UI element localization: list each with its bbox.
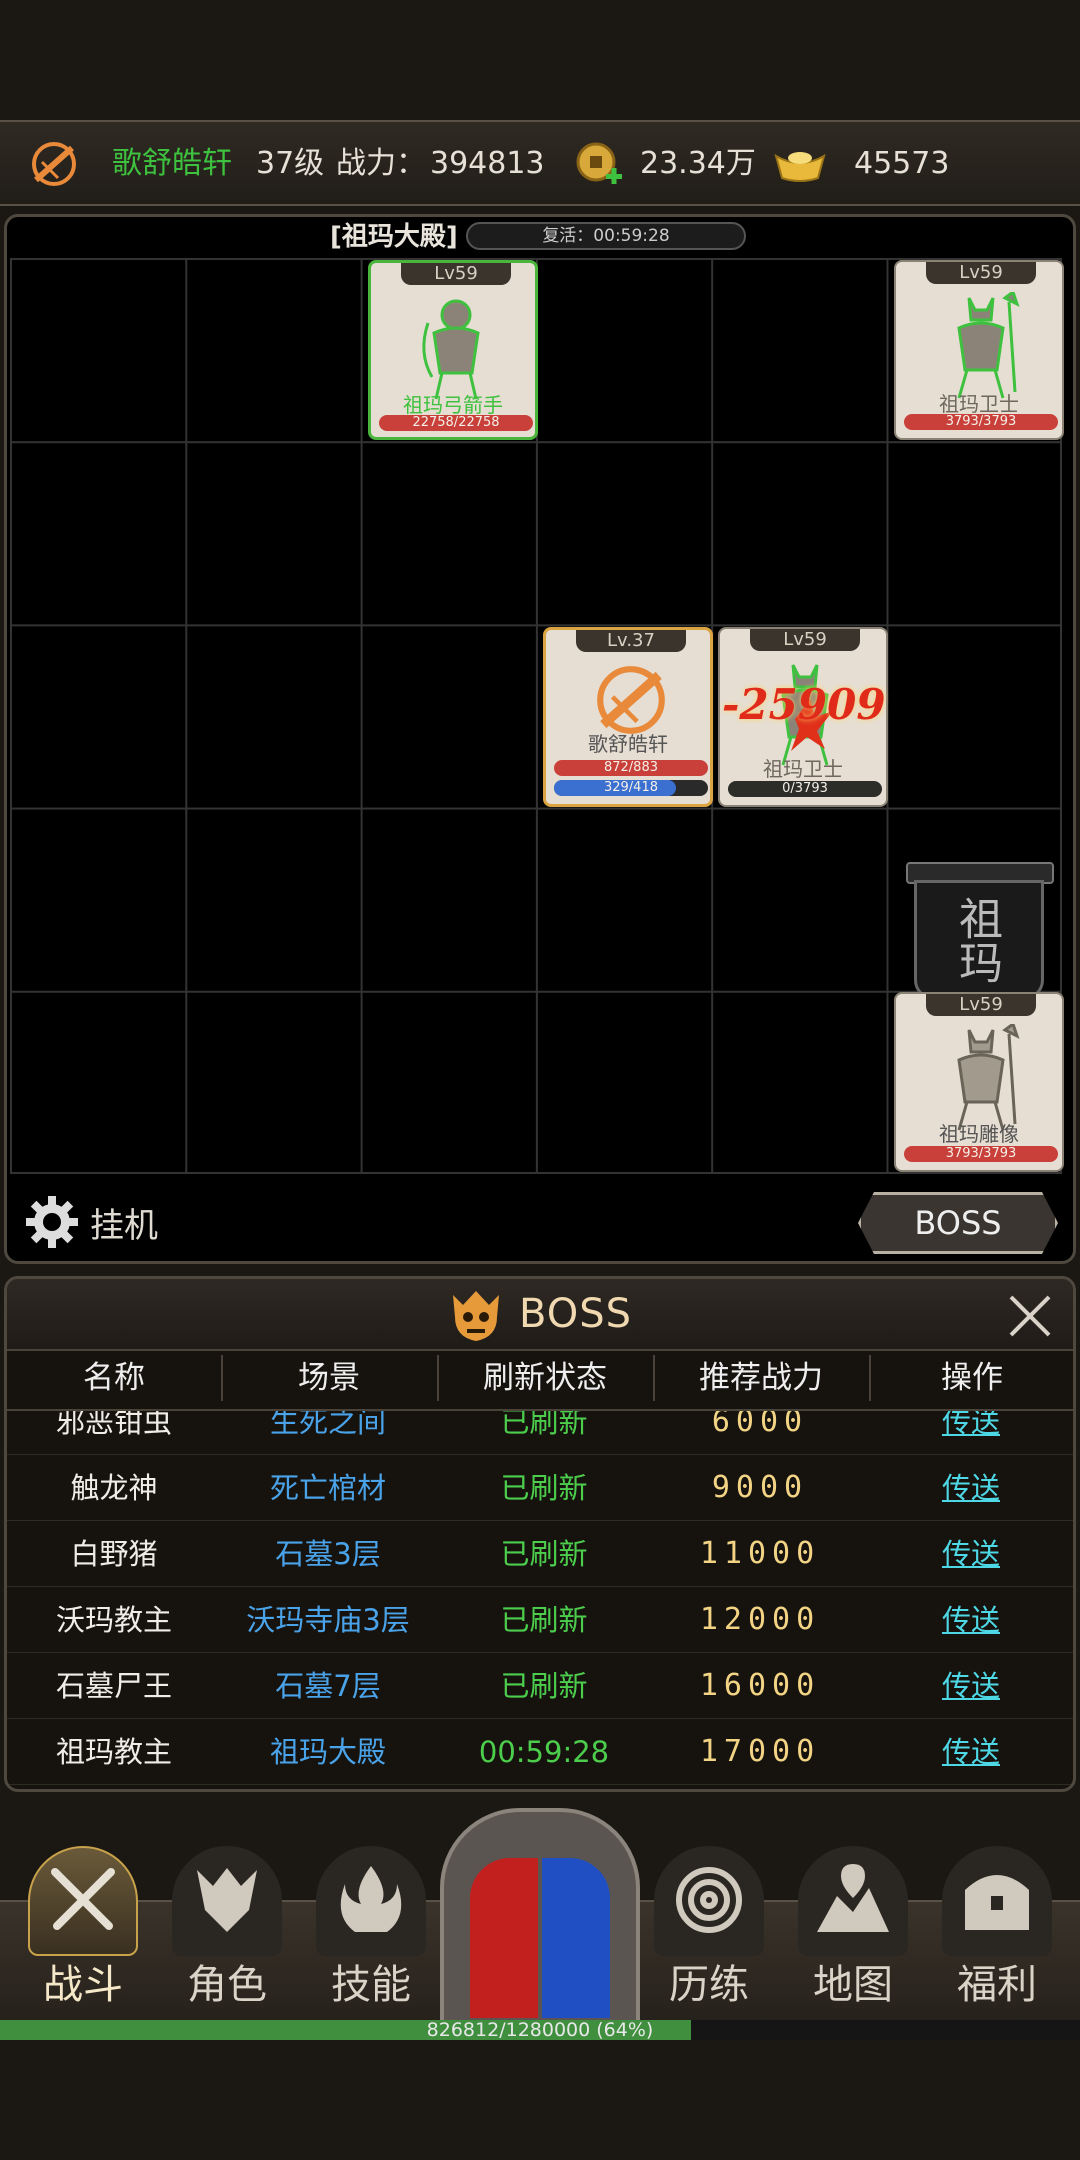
- player-hp-bar: 872/883: [554, 760, 708, 776]
- map-title: [祖玛大殿]: [330, 222, 458, 252]
- tab-skills[interactable]: 技能: [306, 1840, 436, 2015]
- monster-hp-bar: 3793/3793: [904, 1146, 1058, 1162]
- column-header-name: 名称: [83, 1360, 145, 1396]
- treasure-chest-icon: [965, 1875, 1029, 1930]
- vortex-icon: [676, 1867, 742, 1933]
- boss-table-body[interactable]: 邪恶钳虫 生死之间 已刷新 6000 传送 触龙神 死亡棺材 已刷新 9000 …: [7, 1411, 1073, 1789]
- monster-card-archer[interactable]: Lv59 祖玛弓箭手 22758/22758: [368, 260, 538, 440]
- boss-skull-icon: [453, 1291, 499, 1341]
- bottom-safe-area: [0, 2040, 1080, 2160]
- monster-level: Lv59: [926, 994, 1036, 1016]
- zuma-banner: 祖玛: [914, 880, 1044, 1000]
- monster-name: 祖玛雕像: [939, 1122, 1019, 1146]
- monster-hp-bar: 0/3793: [728, 781, 882, 797]
- player-card-name: 歌舒皓轩: [588, 732, 668, 756]
- crossed-swords-icon: [51, 1868, 115, 1930]
- exp-bar: 826812/1280000 (64%): [0, 2020, 1080, 2040]
- map-pin-icon: [817, 1864, 889, 1932]
- player-name: 歌舒皓轩: [112, 146, 232, 181]
- player-level: 37级: [256, 146, 325, 181]
- monster-archer-icon: [422, 299, 480, 400]
- gold-ingot-icon: [774, 152, 826, 182]
- table-row: 白野猪 石墓3层 已刷新 11000 传送: [7, 1521, 1073, 1587]
- monster-name: 祖玛弓箭手: [403, 393, 503, 417]
- column-header-status: 刷新状态: [437, 1355, 651, 1401]
- teleport-link[interactable]: 传送: [869, 1521, 1073, 1587]
- monster-level: Lv59: [926, 262, 1036, 284]
- player-card-level: Lv.37: [576, 630, 686, 652]
- table-row: 石墓尸王 石墓7层 已刷新 16000 传送: [7, 1653, 1073, 1719]
- power-label: 战力：: [336, 146, 426, 181]
- top-status-bar: 歌舒皓轩 37级 战力： 394813 23.34万 45573: [0, 120, 1080, 206]
- tab-rewards[interactable]: 福利: [932, 1840, 1062, 2015]
- boss-button[interactable]: BOSS: [858, 1192, 1058, 1254]
- monster-name: 祖玛卫士: [763, 757, 843, 781]
- table-row: 沃玛教主 沃玛寺庙3层 已刷新 12000 传送: [7, 1587, 1073, 1653]
- center-portal-icon[interactable]: [440, 1808, 640, 2036]
- player-card[interactable]: Lv.37 歌舒皓轩 872/883 329/418: [543, 627, 713, 807]
- teleport-link[interactable]: 传送: [869, 1719, 1073, 1785]
- coin-amount: 23.34万: [640, 146, 756, 181]
- revive-timer: 复活：00:59:28: [466, 222, 746, 250]
- monster-level: Lv59: [750, 629, 860, 651]
- monster-card-statue[interactable]: Lv59 祖玛雕像 3793/3793: [894, 992, 1064, 1172]
- boss-panel: BOSS 名称 场景 刷新状态 推荐战力 操作 邪恶钳虫 生死之间 已刷新 60…: [4, 1276, 1076, 1792]
- teleport-link[interactable]: 传送: [869, 1653, 1073, 1719]
- monster-card-guard-top[interactable]: Lv59 祖玛卫士 3793/3793: [894, 260, 1064, 440]
- tab-battle[interactable]: 战斗: [18, 1840, 148, 2015]
- table-row: 祖玛教主 祖玛大殿 00:59:28 17000 传送: [7, 1719, 1073, 1785]
- damage-number: -25909: [722, 680, 886, 729]
- monster-name: 祖玛卫士: [939, 392, 1019, 416]
- player-class-icon[interactable]: [28, 140, 80, 188]
- column-header-action: 操作: [869, 1355, 1073, 1401]
- tab-character[interactable]: 角色: [162, 1840, 292, 2015]
- monster-hp-bar: 22758/22758: [379, 415, 533, 431]
- auto-battle-label[interactable]: 挂机: [90, 1198, 158, 1247]
- teleport-link[interactable]: 传送: [869, 1587, 1073, 1653]
- coin-add-icon[interactable]: [574, 140, 624, 190]
- player-mp-bar: 329/418: [554, 780, 708, 796]
- table-row: 邪恶钳虫 生死之间 已刷新 6000 传送: [7, 1411, 1073, 1455]
- boss-panel-title: BOSS: [519, 1291, 633, 1337]
- character-helmet-icon: [197, 1868, 257, 1932]
- exp-text: 826812/1280000 (64%): [426, 2019, 654, 2041]
- monster-level: Lv59: [401, 263, 511, 285]
- column-header-power: 推荐战力: [653, 1355, 867, 1401]
- teleport-link[interactable]: 传送: [869, 1455, 1073, 1521]
- skill-flame-icon: [340, 1866, 402, 1932]
- ingot-amount: 45573: [854, 146, 950, 181]
- column-header-scene: 场景: [221, 1355, 435, 1401]
- tab-map[interactable]: 地图: [788, 1840, 918, 2015]
- table-row: 触龙神 死亡棺材 已刷新 9000 传送: [7, 1455, 1073, 1521]
- tab-training[interactable]: 历练: [644, 1840, 774, 2015]
- close-icon[interactable]: [1007, 1293, 1053, 1339]
- monster-hp-bar: 3793/3793: [904, 414, 1058, 430]
- power-value: 394813: [430, 146, 545, 181]
- settings-gear-icon[interactable]: [22, 1192, 82, 1252]
- monster-guard-icon: [957, 292, 1020, 399]
- teleport-link[interactable]: 传送: [869, 1411, 1073, 1455]
